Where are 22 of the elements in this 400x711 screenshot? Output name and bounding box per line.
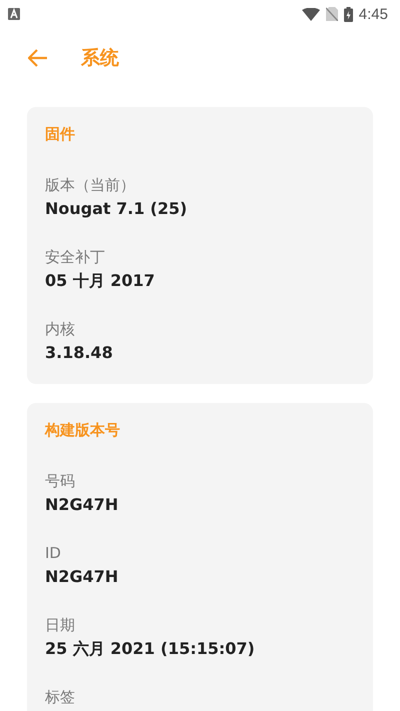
- info-value: 05 十月 2017: [45, 270, 156, 292]
- info-value: 25 六月 2021 (15:15:07): [45, 638, 256, 660]
- info-value: N2G47H: [45, 494, 120, 516]
- info-label: 号码: [45, 471, 76, 492]
- clock-time: 4:45: [358, 6, 388, 22]
- wifi-icon: [302, 8, 320, 20]
- back-button[interactable]: [27, 47, 49, 69]
- battery-charging-icon: [344, 6, 353, 22]
- no-sim-icon: [326, 7, 338, 21]
- section-title: 构建版本号: [45, 420, 121, 441]
- info-label: 安全补丁: [45, 247, 106, 268]
- info-label: 日期: [45, 615, 76, 636]
- notification-icon: [8, 8, 20, 20]
- info-label: 版本（当前）: [45, 175, 136, 196]
- info-label: ID: [45, 543, 62, 564]
- info-value: 3.18.48: [45, 342, 114, 364]
- info-value: N2G47H: [45, 566, 120, 588]
- info-value: Nougat 7.1 (25): [45, 198, 188, 220]
- info-label: 内核: [45, 319, 76, 340]
- info-label: 标签: [45, 687, 76, 708]
- page-title: 系统: [81, 46, 119, 71]
- section-title: 固件: [45, 124, 76, 145]
